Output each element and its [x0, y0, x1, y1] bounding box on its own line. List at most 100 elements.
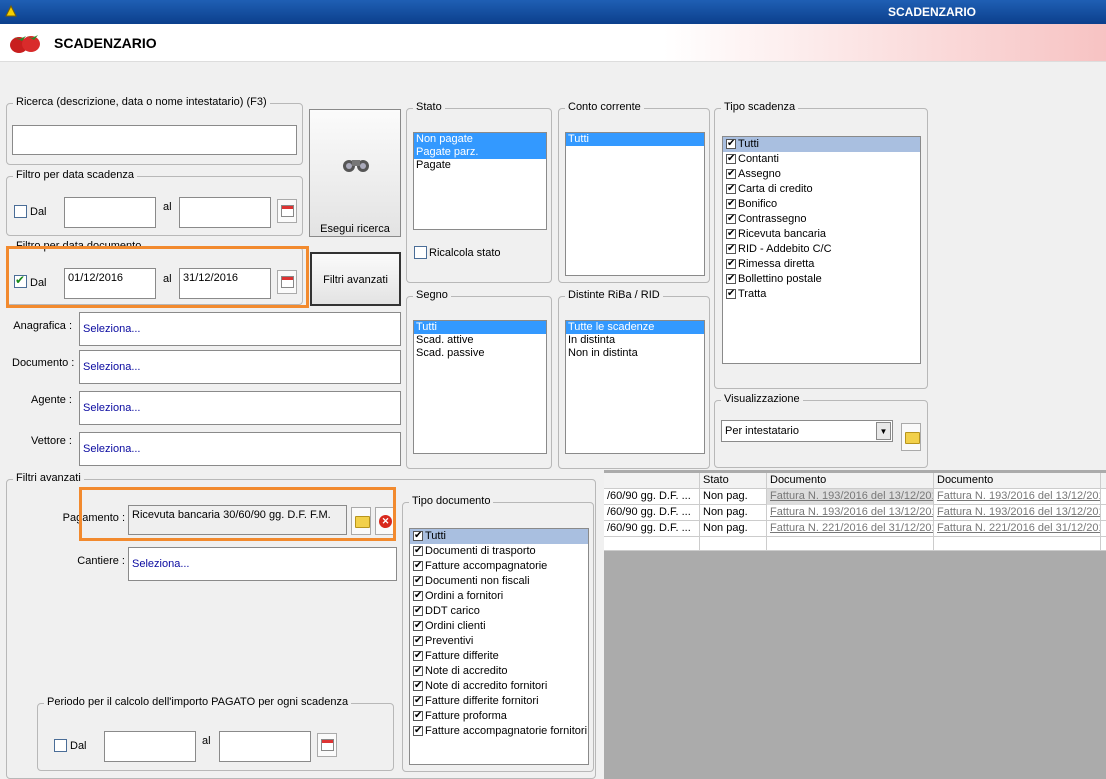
table-row[interactable]: /60/90 gg. D.F. ... Non pag. Fattura N. …: [604, 505, 1106, 521]
periodo-from-checkbox[interactable]: [54, 739, 67, 752]
due-date-filter-legend: Filtro per data scadenza: [13, 169, 138, 181]
tipo-documento-label: Ordini clienti: [425, 620, 486, 632]
segno-item[interactable]: Scad. passive: [414, 347, 546, 360]
periodo-to-input[interactable]: [219, 731, 311, 762]
conto-list[interactable]: Tutti: [565, 132, 705, 276]
tipo-scadenza-item[interactable]: Assegno: [723, 166, 920, 182]
tipo-scadenza-item[interactable]: Carta di credito: [723, 181, 920, 197]
grid-header-cell[interactable]: [604, 473, 700, 489]
segno-item[interactable]: Scad. attive: [414, 334, 546, 347]
periodo-legend: Periodo per il calcolo dell'importo PAGA…: [44, 696, 352, 708]
tipo-scadenza-item[interactable]: Tutti: [723, 137, 920, 152]
vettore-selector[interactable]: Seleziona...: [79, 432, 401, 466]
folder-icon[interactable]: [901, 423, 921, 451]
tipo-documento-item[interactable]: Fatture differite fornitori: [410, 693, 588, 709]
tipo-scadenza-list[interactable]: Tutti Contanti Assegno Carta di credito …: [722, 136, 921, 364]
distinte-item[interactable]: Tutte le scadenze: [566, 321, 704, 334]
tipo-scadenza-item[interactable]: Tratta: [723, 286, 920, 302]
tipo-scadenza-item[interactable]: Ricevuta bancaria: [723, 226, 920, 242]
tipo-documento-item[interactable]: Documenti non fiscali: [410, 573, 588, 589]
tipo-documento-item[interactable]: Fatture proforma: [410, 708, 588, 724]
checkbox-icon: [726, 271, 736, 286]
grid-header-cell[interactable]: Stato: [700, 473, 767, 489]
grid-header-cell[interactable]: Documento: [934, 473, 1101, 489]
tipo-documento-item[interactable]: Preventivi: [410, 633, 588, 649]
tipo-scadenza-label: RID - Addebito C/C: [738, 243, 832, 255]
tipo-scadenza-label: Contanti: [738, 153, 779, 165]
distinte-list[interactable]: Tutte le scadenze In distinta Non in dis…: [565, 320, 705, 454]
tipo-scadenza-item[interactable]: Bonifico: [723, 196, 920, 212]
segno-item[interactable]: Tutti: [414, 321, 546, 334]
due-date-from-input[interactable]: [64, 197, 156, 228]
conto-item[interactable]: Tutti: [566, 133, 704, 146]
site-selector[interactable]: Seleziona...: [128, 547, 397, 581]
field-label-anagrafica: Anagrafica :: [13, 320, 72, 332]
distinte-group: Distinte RiBa / RID Tutte le scadenze In…: [558, 289, 710, 469]
tipo-documento-item[interactable]: Ordini clienti: [410, 618, 588, 634]
tipo-documento-item[interactable]: Fatture differite: [410, 648, 588, 664]
table-row[interactable]: /60/90 gg. D.F. ... Non pag. Fattura N. …: [604, 489, 1106, 505]
tipo-documento-item[interactable]: Fatture accompagnatorie: [410, 558, 588, 574]
tipo-scadenza-label: Carta di credito: [738, 183, 813, 195]
grid-link[interactable]: Fattura N. 221/2016 del 31/12/2016: [767, 521, 934, 537]
tipo-documento-item[interactable]: Note di accredito fornitori: [410, 678, 588, 694]
grid-cell: [700, 537, 767, 551]
tipo-scadenza-label: Bollettino postale: [738, 273, 822, 285]
grid-header-cell[interactable]: Documento: [767, 473, 934, 489]
tipo-scadenza-group: Tipo scadenza Tutti Contanti Assegno Car…: [714, 101, 928, 389]
tipo-scadenza-item[interactable]: Contrassegno: [723, 211, 920, 227]
due-date-from-checkbox[interactable]: [14, 205, 27, 218]
table-row[interactable]: /60/90 gg. D.F. ... Non pag. Fattura N. …: [604, 521, 1106, 537]
checkbox-icon: [413, 618, 423, 633]
chevron-down-icon[interactable]: ▼: [876, 422, 891, 440]
stato-item[interactable]: Pagate parz.: [414, 146, 546, 159]
checkbox-icon: [413, 678, 423, 693]
stato-list[interactable]: Non pagate Pagate parz. Pagate: [413, 132, 547, 230]
tipo-scadenza-label: Tratta: [738, 288, 767, 300]
grid-link[interactable]: Fattura N. 221/2016 del 31/12/2016: [934, 521, 1101, 537]
grid-link[interactable]: Fattura N. 193/2016 del 13/12/2016: [767, 489, 934, 505]
tipo-documento-label: Documenti non fiscali: [425, 575, 530, 587]
agente-selector[interactable]: Seleziona...: [79, 391, 401, 425]
search-button[interactable]: Esegui ricerca: [309, 109, 401, 237]
grid-link[interactable]: Fattura N. 193/2016 del 13/12/2016: [934, 505, 1101, 521]
tipo-scadenza-item[interactable]: RID - Addebito C/C: [723, 241, 920, 257]
anagrafica-selector[interactable]: Seleziona...: [79, 312, 401, 346]
tipo-documento-item[interactable]: Tutti: [410, 529, 588, 544]
checkbox-icon: [726, 241, 736, 256]
tipo-scadenza-item[interactable]: Rimessa diretta: [723, 256, 920, 272]
documento-selector[interactable]: Seleziona...: [79, 350, 401, 384]
checkbox-icon: [413, 588, 423, 603]
tipo-documento-label: Documenti di trasporto: [425, 545, 536, 557]
periodo-calendar-button[interactable]: [317, 733, 337, 757]
distinte-item[interactable]: In distinta: [566, 334, 704, 347]
grid-link[interactable]: Fattura N. 193/2016 del 13/12/2016: [767, 505, 934, 521]
tipo-documento-item[interactable]: Documenti di trasporto: [410, 543, 588, 559]
stato-item[interactable]: Pagate: [414, 159, 546, 172]
recalc-state-checkbox[interactable]: [414, 246, 427, 259]
checkbox-icon: [726, 181, 736, 196]
segno-list[interactable]: Tutti Scad. attive Scad. passive: [413, 320, 547, 454]
conto-legend: Conto corrente: [565, 101, 644, 113]
stato-item[interactable]: Non pagate: [414, 133, 546, 146]
tipo-documento-item[interactable]: Note di accredito: [410, 663, 588, 679]
checkbox-icon: [413, 573, 423, 588]
tipo-documento-label: DDT carico: [425, 605, 480, 617]
distinte-item[interactable]: Non in distinta: [566, 347, 704, 360]
search-input[interactable]: [12, 125, 297, 155]
tipo-documento-item[interactable]: DDT carico: [410, 603, 588, 619]
due-date-calendar-button[interactable]: [277, 199, 297, 223]
due-date-to-input[interactable]: [179, 197, 271, 228]
tipo-documento-item[interactable]: Ordini a fornitori: [410, 588, 588, 604]
checkbox-icon: [726, 211, 736, 226]
tipo-documento-item[interactable]: Fatture accompagnatorie fornitori: [410, 723, 588, 739]
grid-link[interactable]: Fattura N. 193/2016 del 13/12/2016: [934, 489, 1101, 505]
tipo-documento-list[interactable]: Tutti Documenti di trasporto Fatture acc…: [409, 528, 589, 765]
tipo-scadenza-item[interactable]: Contanti: [723, 151, 920, 167]
tipo-scadenza-item[interactable]: Bollettino postale: [723, 271, 920, 287]
results-grid: Stato Documento Documento /60/90 gg. D.F…: [604, 470, 1106, 779]
advanced-filters-button[interactable]: Filtri avanzati: [310, 252, 401, 306]
tipo-scadenza-label: Contrassegno: [738, 213, 807, 225]
visualizzazione-select[interactable]: Per intestatario ▼: [721, 420, 893, 442]
periodo-from-input[interactable]: [104, 731, 196, 762]
